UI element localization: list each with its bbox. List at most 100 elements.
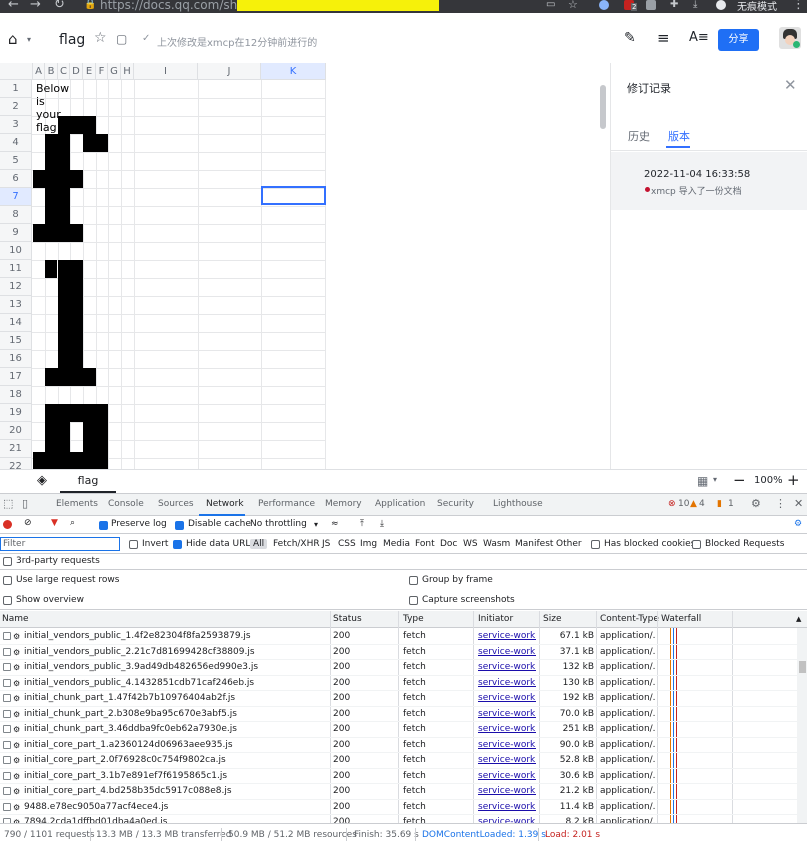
filter-ws[interactable]: WS xyxy=(463,539,478,549)
cell-name[interactable]: initial_core_part_3.1b7e891ef7f6195865c1… xyxy=(24,769,324,784)
row-header[interactable]: 10 xyxy=(0,242,32,260)
error-count[interactable]: 10 xyxy=(678,499,689,509)
tab-memory[interactable]: Memory xyxy=(325,499,362,509)
throttling-select[interactable]: No throttling xyxy=(250,519,307,529)
invert-label[interactable]: Invert xyxy=(142,539,168,549)
col-header-A[interactable]: A xyxy=(33,63,45,80)
cell-initiator[interactable]: service-work... xyxy=(478,676,536,691)
cell-name[interactable]: initial_core_part_2.0f76928c0c754f9802ca… xyxy=(24,753,324,768)
filter-fetch-xhr[interactable]: Fetch/XHR xyxy=(273,539,320,549)
col-header-H[interactable]: H xyxy=(121,63,134,80)
filter-other[interactable]: Other xyxy=(556,539,582,549)
tab-application[interactable]: Application xyxy=(375,499,425,509)
tab-console[interactable]: Console xyxy=(108,499,144,509)
filter-js[interactable]: JS xyxy=(322,539,330,549)
settings-gear-icon[interactable]: ⚙ xyxy=(751,497,761,510)
tab-lighthouse[interactable]: Lighthouse xyxy=(493,499,543,509)
col-content-type[interactable]: Content-Type xyxy=(600,614,659,624)
select-all-corner[interactable] xyxy=(0,63,33,80)
row-header[interactable]: 3 xyxy=(0,116,32,134)
spreadsheet-grid[interactable]: A B C D E F G H I J K 1 2 3 4 5 6 7 8 9 … xyxy=(0,63,610,469)
has-blocked-cookies-label[interactable]: Has blocked cookies xyxy=(604,539,695,549)
table-row[interactable]: ⚙ initial_vendors_public_2.21c7d81699428c… xyxy=(0,645,797,660)
row-header[interactable]: 1 xyxy=(0,80,32,98)
sheet-tab-flag[interactable]: flag xyxy=(60,470,116,493)
col-status[interactable]: Status xyxy=(333,614,362,624)
cell-initiator[interactable]: service-work... xyxy=(478,645,536,660)
table-row[interactable]: ⚙ initial_core_part_2.0f76928c0c754f9802c… xyxy=(0,753,797,769)
hide-data-urls-checkbox[interactable] xyxy=(173,540,182,549)
col-header-E[interactable]: E xyxy=(83,63,96,80)
col-header-B[interactable]: B xyxy=(45,63,58,80)
cell-initiator[interactable]: service-work... xyxy=(478,769,536,784)
third-party-label[interactable]: 3rd-party requests xyxy=(16,556,100,566)
filter-input[interactable]: Filter xyxy=(0,537,120,551)
col-header-D[interactable]: D xyxy=(70,63,83,80)
blocked-requests-label[interactable]: Blocked Requests xyxy=(705,539,784,549)
row-header[interactable]: 16 xyxy=(0,350,32,368)
row-header[interactable]: 18 xyxy=(0,386,32,404)
table-row[interactable]: ⚙ initial_chunk_part_3.46ddba9fc0eb62a793… xyxy=(0,722,797,738)
blocked-requests-checkbox[interactable] xyxy=(692,540,701,549)
cell-name[interactable]: initial_chunk_part_3.46ddba9fc0eb62a7930… xyxy=(24,722,324,737)
bookmark-star-icon[interactable]: ☆ xyxy=(568,0,578,11)
row-header[interactable]: 20 xyxy=(0,422,32,440)
table-row[interactable]: ⚙ 9488.e78ec9050a77acf4ece4.js 200 fetch ser… xyxy=(0,800,797,815)
table-row[interactable]: ⚙ initial_vendors_public_1.4f2e82304f8fa2… xyxy=(0,629,797,645)
row-header[interactable]: 2 xyxy=(0,98,32,116)
warning-icon[interactable]: ▲ xyxy=(690,499,697,509)
browser-menu-icon[interactable]: ⋮ xyxy=(792,0,805,12)
network-conditions-icon[interactable]: ≈ xyxy=(331,519,339,529)
chevron-down-icon[interactable]: ▾ xyxy=(713,475,717,484)
selected-cell-k7[interactable] xyxy=(261,186,326,205)
cell-initiator[interactable]: service-work... xyxy=(478,753,536,768)
row-header[interactable]: 5 xyxy=(0,152,32,170)
cell-initiator[interactable]: service-work... xyxy=(478,691,536,706)
table-row[interactable]: ⚙ initial_chunk_part_1.47f42b7b10976404ab… xyxy=(0,691,797,707)
row-header[interactable]: 17 xyxy=(0,368,32,386)
import-har-icon[interactable]: ⤒ xyxy=(360,519,364,529)
close-devtools-icon[interactable]: ✕ xyxy=(794,497,803,510)
table-row[interactable]: ⚙ initial_vendors_public_3.9ad49db482656e… xyxy=(0,660,797,676)
hide-data-urls-label[interactable]: Hide data URLs xyxy=(186,539,255,549)
record-icon[interactable] xyxy=(3,520,12,529)
puzzle-icon[interactable]: ✚ xyxy=(670,0,678,10)
capture-screenshots-checkbox[interactable] xyxy=(409,596,418,605)
table-row[interactable]: ⚙ initial_chunk_part_2.b308e9ba95c670e3ab… xyxy=(0,707,797,722)
col-header-C[interactable]: C xyxy=(58,63,70,80)
tab-history[interactable]: 历史 xyxy=(628,128,650,144)
filter-font[interactable]: Font xyxy=(415,539,435,549)
tab-security[interactable]: Security xyxy=(437,499,474,509)
cell-initiator[interactable]: service-work... xyxy=(478,800,536,815)
issues-icon[interactable]: ▮ xyxy=(717,499,722,509)
col-name[interactable]: Name xyxy=(2,614,29,624)
disable-cache-label[interactable]: Disable cache xyxy=(188,519,251,529)
row-header[interactable]: 8 xyxy=(0,206,32,224)
cell-name[interactable]: initial_core_part_4.bd258b35dc5917c088e8… xyxy=(24,784,324,799)
filter-img[interactable]: Img xyxy=(360,539,377,549)
group-by-frame-checkbox[interactable] xyxy=(409,576,418,585)
cell-a1-text[interactable]: Below is your flag xyxy=(36,82,69,134)
menu-icon[interactable]: ≡ xyxy=(657,29,670,47)
cell-name[interactable]: initial_chunk_part_2.b308e9ba95c670e3abf… xyxy=(24,707,324,722)
cell-initiator[interactable]: service-work... xyxy=(478,722,536,737)
third-party-checkbox[interactable] xyxy=(3,557,12,566)
table-row[interactable]: ⚙ 7894.2cda1dffbd01dba4a0ed.js 200 fetch ser… xyxy=(0,815,797,823)
layers-icon[interactable]: ◈ xyxy=(37,473,47,488)
large-rows-checkbox[interactable] xyxy=(3,576,12,585)
filter-doc[interactable]: Doc xyxy=(440,539,457,549)
col-header-K[interactable]: K xyxy=(261,63,326,80)
row-header[interactable]: 13 xyxy=(0,296,32,314)
cell-name[interactable]: initial_vendors_public_2.21c7d81699428cf… xyxy=(24,645,324,660)
row-header[interactable]: 14 xyxy=(0,314,32,332)
reload-icon[interactable]: ↻ xyxy=(54,0,65,12)
doc-title[interactable]: flag xyxy=(59,32,85,48)
sort-up-icon[interactable]: ▲ xyxy=(796,615,801,623)
row-header[interactable]: 7 xyxy=(0,188,32,206)
filter-icon[interactable]: ▼ xyxy=(51,518,58,528)
show-overview-label[interactable]: Show overview xyxy=(16,595,84,605)
forward-icon[interactable]: → xyxy=(30,0,41,12)
preserve-log-label[interactable]: Preserve log xyxy=(111,519,167,529)
cell-name[interactable]: 9488.e78ec9050a77acf4ece4.js xyxy=(24,800,324,815)
save-status[interactable]: 上次修改是xmcp在12分钟前进行的 xyxy=(157,34,317,49)
